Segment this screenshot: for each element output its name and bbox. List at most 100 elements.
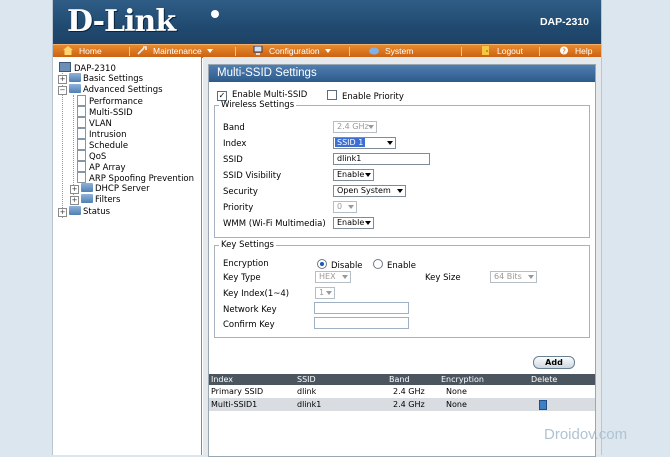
tools-icon <box>137 46 147 55</box>
radio-unselected[interactable] <box>373 259 383 269</box>
svg-text:?: ? <box>562 47 566 55</box>
panel-title: Multi-SSID Settings <box>209 65 595 82</box>
menu-home-label: Home <box>79 46 102 56</box>
table-row: Primary SSID dlink 2.4 GHz None <box>209 385 595 398</box>
header-encryption: Encryption <box>441 375 484 384</box>
tree-item-qos[interactable]: QoS <box>77 150 106 162</box>
expand-icon: + <box>58 75 67 84</box>
network-key-input[interactable] <box>314 302 409 314</box>
page-icon <box>77 95 86 106</box>
page-icon <box>77 117 86 128</box>
menu-separator <box>129 47 130 56</box>
chevron-down-icon <box>365 221 371 225</box>
chevron-down-icon <box>324 49 331 53</box>
ssid-label: SSID <box>223 155 243 165</box>
table-header: Index SSID Band Encryption Delete <box>209 374 595 385</box>
radio-selected[interactable] <box>317 259 327 269</box>
chevron-down-icon <box>206 49 213 53</box>
key-size-label: Key Size <box>425 273 461 283</box>
header-banner: D-Link DAP-2310 <box>53 0 601 44</box>
cell-index: Multi-SSID1 <box>211 400 258 409</box>
band-label: Band <box>223 123 245 133</box>
page-icon <box>77 139 86 150</box>
tree-item-multi-ssid[interactable]: Multi-SSID <box>77 106 133 118</box>
enable-multi-ssid-label: Enable Multi-SSID <box>232 90 308 100</box>
security-value: Open System <box>337 186 391 195</box>
menu-separator <box>349 47 350 56</box>
ssid-visibility-label: SSID Visibility <box>223 171 282 181</box>
menu-configuration-label: Configuration <box>269 46 320 56</box>
cell-band: 2.4 GHz <box>393 387 425 396</box>
ssid-visibility-select[interactable]: Enable <box>333 169 374 181</box>
key-type-select[interactable]: HEX <box>315 271 351 283</box>
tree-filters-label: Filters <box>95 195 121 205</box>
tree-item-ap-array[interactable]: AP Array <box>77 161 126 173</box>
tree-status-label: Status <box>83 207 111 217</box>
help-icon: ? <box>559 46 569 55</box>
index-value: SSID 1 <box>335 138 366 147</box>
network-key-label: Network Key <box>223 305 277 315</box>
tree-advanced-settings[interactable]: − Advanced Settings <box>58 84 163 95</box>
chevron-down-icon <box>326 291 332 295</box>
ssid-input[interactable]: dlink1 <box>333 153 430 165</box>
menu-help-label: Help <box>575 46 593 56</box>
tree-dhcp-server[interactable]: + DHCP Server <box>70 183 150 194</box>
wmm-value: Enable <box>337 218 365 227</box>
chevron-down-icon <box>368 125 374 129</box>
tree-item-vlan[interactable]: VLAN <box>77 117 112 129</box>
wireless-settings-legend: Wireless Settings <box>221 100 295 110</box>
page-icon <box>77 172 86 183</box>
key-size-select[interactable]: 64 Bits <box>490 271 537 283</box>
multi-ssid-panel: Multi-SSID Settings ✓ Enable Multi-SSID E… <box>208 64 596 457</box>
priority-label: Priority <box>223 203 254 213</box>
home-icon <box>63 46 73 55</box>
menu-separator <box>235 47 236 56</box>
tree-filters[interactable]: + Filters <box>70 194 120 205</box>
folder-icon <box>69 206 81 215</box>
chevron-down-icon <box>365 173 371 177</box>
header-band: Band <box>389 375 410 384</box>
security-select[interactable]: Open System <box>333 185 406 197</box>
tree-item-schedule[interactable]: Schedule <box>77 139 128 151</box>
tree-advanced-label: Advanced Settings <box>83 85 163 95</box>
key-index-select[interactable]: 1 <box>315 287 335 299</box>
chevron-down-icon <box>387 141 393 145</box>
key-size-value: 64 Bits <box>494 272 522 281</box>
priority-select[interactable]: 0 <box>333 201 357 213</box>
cell-ssid: dlink <box>297 387 317 396</box>
encryption-enable-option[interactable]: Enable <box>373 259 416 271</box>
priority-value: 0 <box>337 202 343 211</box>
expand-icon: + <box>58 208 67 217</box>
index-select[interactable]: SSID 1 <box>333 137 396 149</box>
encryption-enable-label: Enable <box>387 261 416 271</box>
header-ssid: SSID <box>297 375 316 384</box>
add-button[interactable]: Add <box>533 356 575 369</box>
encryption-disable-option[interactable]: Disable <box>317 259 363 271</box>
browser-frame: D-Link DAP-2310 Home Maintenance Configu… <box>52 0 602 457</box>
tree-dhcp-label: DHCP Server <box>95 184 150 194</box>
confirm-key-input[interactable] <box>314 317 409 329</box>
key-type-label: Key Type <box>223 273 261 283</box>
wmm-select[interactable]: Enable <box>333 217 374 229</box>
chevron-down-icon <box>397 189 403 193</box>
cell-encryption: None <box>446 387 467 396</box>
sidebar-tree: DAP-2310 + Basic Settings − Advanced Setti… <box>53 57 202 455</box>
trash-icon[interactable] <box>539 400 547 410</box>
folder-open-icon <box>69 84 81 93</box>
table-row: Multi-SSID1 dlink1 2.4 GHz None <box>209 398 595 411</box>
cell-index: Primary SSID <box>211 387 264 396</box>
logout-icon <box>481 46 491 55</box>
main-content: Multi-SSID Settings ✓ Enable Multi-SSID E… <box>203 57 601 457</box>
tree-item-arp-spoofing[interactable]: ARP Spoofing Prevention <box>77 172 194 184</box>
band-select[interactable]: 2.4 GHz <box>333 121 377 133</box>
tree-status[interactable]: + Status <box>58 206 110 217</box>
tree-item-performance[interactable]: Performance <box>77 95 143 107</box>
menu-logout-label: Logout <box>497 46 523 56</box>
encryption-label: Encryption <box>223 259 269 269</box>
watermark: Droidov.com <box>544 426 628 443</box>
tree-item-intrusion[interactable]: Intrusion <box>77 128 127 140</box>
key-index-value: 1 <box>319 288 325 297</box>
tree-basic-settings[interactable]: + Basic Settings <box>58 73 143 84</box>
tree-root[interactable]: DAP-2310 <box>59 62 116 74</box>
enable-priority-checkbox[interactable] <box>327 90 337 100</box>
